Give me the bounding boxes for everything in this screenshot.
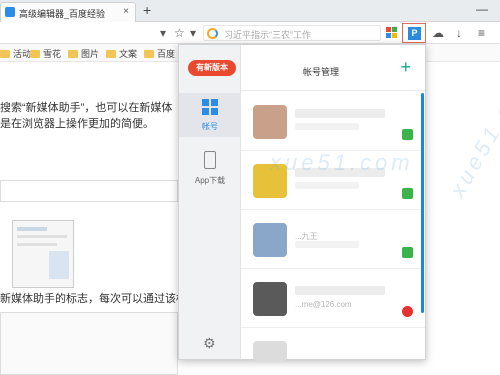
article-text-line: 新媒体助手的标志，每次可以通过该标 (0, 293, 187, 305)
browser-tab[interactable]: 高级编辑器_百度经验 × (0, 2, 136, 22)
tab-bar: 高级编辑器_百度经验 × + — (0, 0, 500, 22)
dropdown-icon[interactable]: ▾ (190, 25, 196, 41)
search-engine-icon (207, 28, 218, 39)
settings-icon[interactable]: ⚙ (203, 335, 216, 352)
avatar (253, 105, 287, 139)
account-email: ...me@126.com (295, 300, 352, 309)
folder-icon (0, 50, 10, 58)
toolbar: ▾ ☆ ▾ 习近平指示“三农”工作 P ☁ ↓ ≡ (0, 22, 500, 44)
sidebar-item-label: 帐号 (202, 122, 218, 131)
wechat-icon (402, 129, 413, 140)
phone-icon (204, 151, 216, 169)
account-sub-blurred (295, 241, 359, 248)
folder-icon (106, 50, 116, 58)
star-icon[interactable]: ☆ (174, 25, 185, 41)
bookmark-item[interactable]: 文案 (106, 47, 137, 60)
content-box (0, 312, 178, 375)
bookmark-item[interactable]: 雪花 (30, 47, 61, 60)
account-manager-panel: 有新版本 帐号 App下载 ⚙ 帐号管理 + ...九王 ...me@126.c… (178, 44, 426, 361)
minimize-button[interactable]: — (476, 2, 488, 16)
add-account-button[interactable]: + (400, 58, 411, 76)
page-favicon-icon (5, 7, 15, 17)
tab-close-icon[interactable]: × (123, 6, 129, 17)
search-placeholder: 习近平指示“三农”工作 (224, 30, 311, 40)
apps-grid-icon[interactable] (386, 27, 397, 38)
search-input[interactable]: 习近平指示“三农”工作 (203, 25, 381, 41)
cloud-icon[interactable]: ☁ (432, 25, 444, 41)
sidebar-item-app-download[interactable]: App下载 (179, 147, 241, 191)
account-name-blurred (295, 286, 385, 295)
avatar (253, 282, 287, 316)
new-tab-button[interactable]: + (143, 2, 151, 18)
account-name-blurred (295, 168, 385, 177)
sidebar-item-label: App下载 (194, 176, 226, 185)
account-row[interactable] (241, 93, 425, 151)
folder-icon (30, 50, 40, 58)
bookmark-item[interactable]: 百度 (144, 47, 175, 60)
wechat-icon (402, 247, 413, 258)
bookmark-item[interactable]: 活动 (0, 47, 31, 60)
tab-title: 高级编辑器_百度经验 (19, 9, 106, 19)
bookmark-item[interactable]: 图片 (68, 47, 99, 60)
account-row[interactable]: ...九王 (241, 211, 425, 269)
folder-icon (68, 50, 78, 58)
account-sub-blurred (295, 123, 359, 130)
article-text-line: 是在浏览器上操作更加的简便。 (0, 118, 154, 130)
new-media-assistant-button[interactable]: P (402, 23, 426, 43)
account-row[interactable] (241, 152, 425, 210)
grid-icon (202, 99, 218, 115)
account-row[interactable]: ...me@126.com (241, 270, 425, 328)
assistant-p-icon: P (408, 27, 421, 40)
avatar (253, 164, 287, 198)
avatar (253, 341, 287, 361)
content-box (0, 180, 178, 202)
account-name-blurred (295, 109, 385, 118)
article-text-line: 搜索“新媒体助手”，也可以在新媒体 (0, 102, 173, 114)
avatar (253, 223, 287, 257)
panel-sidebar: 有新版本 帐号 App下载 ⚙ (179, 45, 241, 359)
new-version-badge[interactable]: 有新版本 (188, 60, 236, 76)
account-list-area: 帐号管理 + ...九王 ...me@126.com (241, 45, 425, 361)
panel-header: 帐号管理 + (241, 45, 425, 91)
weibo-icon (402, 306, 413, 317)
sidebar-item-accounts[interactable]: 帐号 (179, 93, 241, 137)
menu-icon[interactable]: ≡ (478, 25, 485, 41)
panel-title: 帐号管理 (302, 67, 339, 77)
folder-icon (144, 50, 154, 58)
wechat-icon (402, 188, 413, 199)
account-row[interactable] (241, 329, 425, 375)
arrow-dropdown-icon[interactable]: ▾ (160, 25, 166, 41)
download-icon[interactable]: ↓ (456, 25, 462, 41)
screenshot-thumbnail (12, 220, 74, 288)
scrollbar[interactable] (421, 93, 424, 313)
account-sub-blurred (295, 182, 359, 189)
